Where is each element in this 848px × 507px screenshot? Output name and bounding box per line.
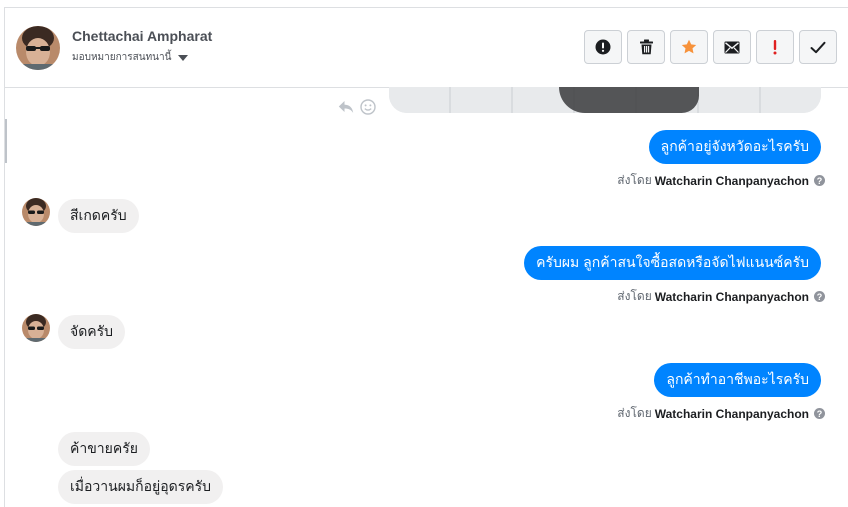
scrollbar[interactable] xyxy=(5,119,7,163)
question-circle-icon[interactable]: ? xyxy=(814,175,825,186)
message-thread[interactable]: ลูกค้าอยู่จังหวัดอะไรครับ ส่งโดย Watchar… xyxy=(5,87,848,507)
mark-done-button[interactable] xyxy=(799,30,837,64)
incoming-message[interactable]: สีเกดครับ xyxy=(58,199,139,233)
contact-name: Chettachai Ampharat xyxy=(72,28,213,44)
star-button[interactable] xyxy=(670,30,708,64)
smiley-icon[interactable] xyxy=(360,99,376,115)
contact-avatar[interactable] xyxy=(16,26,60,70)
sent-by-label: ส่งโดย Watcharin Chanpanyachon ? xyxy=(617,404,825,423)
exclamation-circle-icon xyxy=(595,39,611,55)
image-attachment[interactable] xyxy=(389,87,821,113)
sent-by-prefix: ส่งโดย xyxy=(617,406,652,420)
outgoing-message[interactable]: ครับผม ลูกค้าสนใจซื้อสดหรือจัดไฟแนนซ์ครั… xyxy=(524,246,821,280)
sender-name[interactable]: Watcharin Chanpanyachon xyxy=(655,407,809,421)
sender-name[interactable]: Watcharin Chanpanyachon xyxy=(655,290,809,304)
sent-by-label: ส่งโดย Watcharin Chanpanyachon ? xyxy=(617,287,825,306)
checkmark-icon xyxy=(810,41,826,53)
sent-by-prefix: ส่งโดย xyxy=(617,173,652,187)
message-actions xyxy=(338,99,376,115)
exclamation-icon xyxy=(773,40,777,55)
conversation-toolbar xyxy=(584,30,837,64)
trash-icon xyxy=(639,39,653,55)
incoming-message[interactable]: ค้าขายครัย xyxy=(58,432,150,466)
outgoing-message[interactable]: ลูกค้าอยู่จังหวัดอะไรครับ xyxy=(648,130,821,164)
sent-by-prefix: ส่งโดย xyxy=(617,289,652,303)
conversation-header: Chettachai Ampharat มอบหมายการสนทนานี้ xyxy=(5,8,848,88)
star-icon xyxy=(681,39,697,54)
contact-avatar-small[interactable] xyxy=(22,198,50,226)
envelope-icon xyxy=(724,41,740,53)
sender-name[interactable]: Watcharin Chanpanyachon xyxy=(655,174,809,188)
reply-icon[interactable] xyxy=(338,100,354,114)
caret-down-icon xyxy=(178,55,189,61)
assign-label: มอบหมายการสนทนานี้ xyxy=(72,52,172,63)
outgoing-message[interactable]: ลูกค้าทำอาชีพอะไรครับ xyxy=(654,363,821,397)
mark-spam-button[interactable] xyxy=(584,30,622,64)
mark-unread-button[interactable] xyxy=(713,30,751,64)
question-circle-icon[interactable]: ? xyxy=(814,408,825,419)
contact-avatar-small[interactable] xyxy=(22,314,50,342)
delete-button[interactable] xyxy=(627,30,665,64)
incoming-message[interactable]: จัดครับ xyxy=(58,315,126,349)
question-circle-icon[interactable]: ? xyxy=(814,291,825,302)
sent-by-label: ส่งโดย Watcharin Chanpanyachon ? xyxy=(617,171,825,190)
incoming-message[interactable]: เมื่อวานผมก็อยู่อุดรครับ xyxy=(58,470,224,504)
follow-up-button[interactable] xyxy=(756,30,794,64)
assign-conversation-dropdown[interactable]: มอบหมายการสนทนานี้ xyxy=(72,50,189,65)
conversation-panel: Chettachai Ampharat มอบหมายการสนทนานี้ ล… xyxy=(4,7,848,507)
